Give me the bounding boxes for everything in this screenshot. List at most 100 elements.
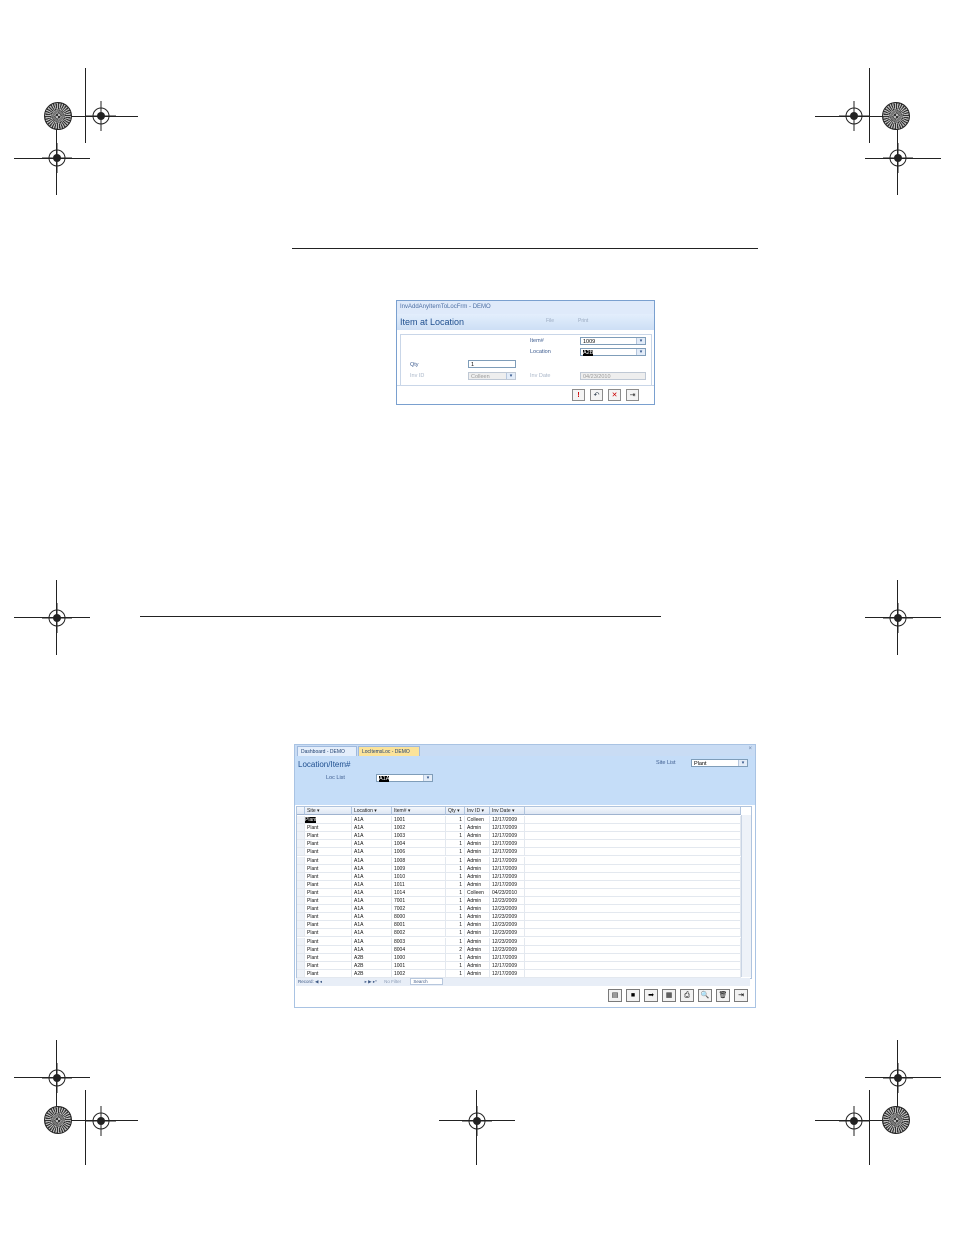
table-cell[interactable]: 1 (446, 880, 465, 889)
table-cell[interactable]: 1001 (392, 816, 446, 825)
table-cell[interactable]: Admin (465, 913, 490, 922)
table-cell[interactable]: 12/23/2009 (490, 937, 525, 946)
column-header-item[interactable]: Item# ▾ (392, 807, 446, 815)
next-record-button[interactable]: ▸ (365, 979, 367, 984)
table-cell[interactable]: 1008 (392, 856, 446, 865)
table-cell[interactable]: Admin (465, 872, 490, 881)
row-selector[interactable] (297, 953, 305, 962)
table-cell[interactable]: Plant (305, 832, 352, 841)
table-cell[interactable]: 12/17/2009 (490, 872, 525, 881)
undo-button[interactable]: ↶ (590, 389, 603, 401)
close-icon[interactable]: × (748, 746, 752, 752)
row-selector[interactable] (297, 897, 305, 906)
table-cell[interactable]: 12/17/2009 (490, 856, 525, 865)
table-cell[interactable]: A1A (352, 937, 392, 946)
chevron-down-icon[interactable]: ▾ (636, 349, 645, 355)
table-cell[interactable]: Admin (465, 840, 490, 849)
row-selector[interactable] (297, 816, 305, 825)
table-cell[interactable]: A1A (352, 929, 392, 938)
table-cell[interactable]: Plant (305, 937, 352, 946)
table-cell[interactable]: A1A (352, 905, 392, 914)
table-cell[interactable]: 8001 (392, 921, 446, 930)
row-selector[interactable] (297, 961, 305, 970)
column-header-qty[interactable]: Qty ▾ (446, 807, 465, 815)
table-cell[interactable]: 1 (446, 921, 465, 930)
exit-button[interactable]: ⇥ (626, 389, 639, 401)
table-cell[interactable]: 1 (446, 897, 465, 906)
table-cell[interactable]: Plant (305, 897, 352, 906)
chevron-down-icon[interactable]: ▾ (738, 760, 747, 766)
vertical-scrollbar[interactable] (741, 815, 751, 977)
row-selector[interactable] (297, 888, 305, 897)
table-cell[interactable]: 1011 (392, 880, 446, 889)
table-cell[interactable]: 12/17/2009 (490, 961, 525, 970)
table-cell[interactable]: Plant (305, 953, 352, 962)
table-cell[interactable]: 12/17/2009 (490, 864, 525, 873)
table-cell[interactable]: 1000 (392, 953, 446, 962)
table-cell[interactable]: 1004 (392, 840, 446, 849)
select-all-corner[interactable] (297, 807, 305, 815)
table-cell[interactable]: 1 (446, 816, 465, 825)
table-cell[interactable]: 12/23/2009 (490, 929, 525, 938)
row-selector[interactable] (297, 864, 305, 873)
table-cell[interactable]: 12/17/2009 (490, 824, 525, 833)
row-selector[interactable] (297, 913, 305, 922)
table-cell[interactable]: 1 (446, 856, 465, 865)
table-cell[interactable]: Plant (305, 961, 352, 970)
table-cell[interactable]: Colleen (465, 888, 490, 897)
row-selector[interactable] (297, 969, 305, 978)
row-selector[interactable] (297, 832, 305, 841)
table-cell[interactable]: 12/23/2009 (490, 897, 525, 906)
row-selector[interactable] (297, 856, 305, 865)
table-cell[interactable]: 12/17/2009 (490, 969, 525, 978)
table-cell[interactable]: 1001 (392, 961, 446, 970)
table-cell[interactable]: 1 (446, 937, 465, 946)
table-cell[interactable]: Plant (305, 945, 352, 954)
table-cell[interactable]: A2B (352, 969, 392, 978)
previous-record-button[interactable]: ◂ (320, 979, 322, 984)
table-cell[interactable]: A1A (352, 872, 392, 881)
go-button[interactable]: ➡ (644, 989, 658, 1002)
table-cell[interactable]: Admin (465, 848, 490, 857)
table-cell[interactable]: A1A (352, 848, 392, 857)
table-cell[interactable]: 1002 (392, 824, 446, 833)
item-combo[interactable]: 1009 ▾ (580, 337, 646, 345)
site-list-combo[interactable]: Plant ▾ (691, 759, 748, 767)
first-record-button[interactable]: ◀ (315, 979, 318, 984)
search-box[interactable]: Search (410, 978, 443, 985)
table-cell[interactable]: Plant (305, 913, 352, 922)
table-cell[interactable]: 12/17/2009 (490, 816, 525, 825)
table-cell[interactable]: A2B (352, 953, 392, 962)
table-cell[interactable]: A1A (352, 824, 392, 833)
table-cell[interactable]: A1A (352, 832, 392, 841)
table-cell[interactable]: Plant (305, 856, 352, 865)
table-cell[interactable]: 12/17/2009 (490, 880, 525, 889)
row-selector[interactable] (297, 840, 305, 849)
last-record-button[interactable]: ▶ (368, 979, 371, 984)
table-cell[interactable]: Admin (465, 897, 490, 906)
column-header-invid[interactable]: Inv ID ▾ (465, 807, 490, 815)
table-cell[interactable]: 2 (446, 945, 465, 954)
table-cell[interactable]: 1 (446, 824, 465, 833)
delete-button[interactable]: 🗑 (716, 989, 730, 1002)
table-cell[interactable]: 1006 (392, 848, 446, 857)
table-cell[interactable]: Admin (465, 880, 490, 889)
loc-list-combo[interactable]: A1A ▾ (376, 774, 433, 782)
tab-dashboard[interactable]: Dashboard - DEMO (297, 746, 357, 756)
table-cell[interactable]: 8000 (392, 913, 446, 922)
row-selector[interactable] (297, 921, 305, 930)
table-cell[interactable]: 1 (446, 929, 465, 938)
table-cell[interactable]: A2B (352, 961, 392, 970)
preview-button[interactable]: 🔍 (698, 989, 712, 1002)
datasheet-button[interactable]: ▦ (662, 989, 676, 1002)
table-cell[interactable]: Plant (305, 840, 352, 849)
table-cell[interactable]: Plant (305, 880, 352, 889)
table-cell[interactable]: 1 (446, 872, 465, 881)
run-button[interactable]: ! (572, 389, 585, 401)
table-cell[interactable]: Admin (465, 969, 490, 978)
new-record-button[interactable]: ▸* (373, 979, 377, 984)
table-cell[interactable]: 1009 (392, 864, 446, 873)
table-cell[interactable]: 12/23/2009 (490, 905, 525, 914)
table-cell[interactable]: A1A (352, 888, 392, 897)
chevron-down-icon[interactable]: ▾ (636, 338, 645, 344)
